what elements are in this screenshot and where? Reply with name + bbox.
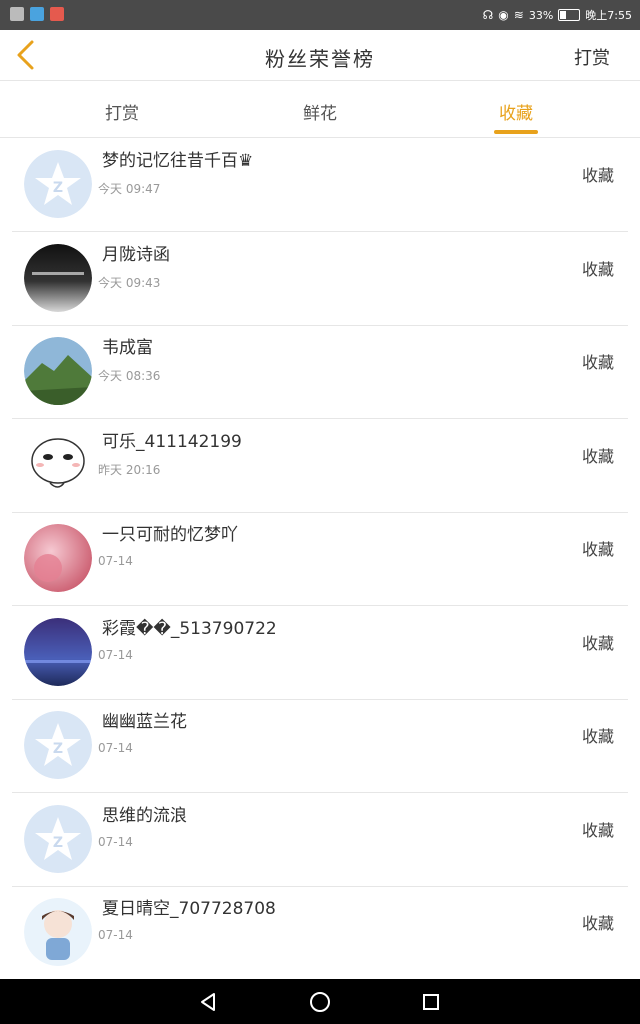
system-nav-bar xyxy=(0,979,640,1024)
battery-percent: 33% xyxy=(528,8,554,22)
list-item[interactable]: 一只可耐的忆梦吖 07-14 收藏 xyxy=(12,512,628,606)
svg-text:Z: Z xyxy=(53,741,63,757)
user-name: 可乐_411142199 xyxy=(102,431,242,452)
item-time: 今天 09:43 xyxy=(98,275,161,290)
svg-text:Z: Z xyxy=(53,180,63,196)
item-time: 07-14 xyxy=(98,928,133,942)
tab-reward[interactable]: 打赏 xyxy=(102,99,142,124)
tab-bar: 打赏 鲜花 收藏 xyxy=(0,81,640,138)
item-time: 今天 09:47 xyxy=(98,182,161,196)
eye-icon: ◉ xyxy=(498,8,509,22)
avatar[interactable] xyxy=(24,430,92,499)
list-item[interactable]: 夏日晴空_707728708 07-14 收藏 xyxy=(12,886,628,980)
list-item[interactable]: Z 梦的记忆往昔千百♛ 今天 09:47 收藏 xyxy=(12,138,628,232)
status-bar: ☊ ◉ ≋ 33% 晚上7:55 xyxy=(0,0,640,30)
tab-flowers[interactable]: 鲜花 xyxy=(300,99,340,124)
notification-store-icon xyxy=(10,7,24,21)
triangle-back-icon xyxy=(201,992,215,1011)
notification-app-icon xyxy=(50,7,64,21)
tab-favorites[interactable]: 收藏 xyxy=(496,99,536,124)
user-name: 夏日晴空_707728708 xyxy=(102,899,276,919)
battery-icon xyxy=(558,9,581,21)
user-name: 幽幽蓝兰花 xyxy=(102,712,187,732)
favorite-action-label: 收藏 xyxy=(581,446,614,466)
reward-button[interactable]: 打赏 xyxy=(574,44,610,70)
user-name: 一只可耐的忆梦吖 xyxy=(102,525,238,545)
wifi-icon: ≋ xyxy=(513,8,524,22)
status-time: 晚上7:55 xyxy=(585,9,632,22)
nav-recents-button[interactable] xyxy=(401,979,461,1024)
list-item[interactable]: 可乐_411142199 昨天 20:16 收藏 xyxy=(12,419,628,513)
list-item[interactable]: 彩霞��_513790722 07-14 收藏 xyxy=(12,606,628,700)
square-recents-icon xyxy=(423,993,439,1010)
list-item[interactable]: Z 幽幽蓝兰花 07-14 收藏 xyxy=(12,699,628,793)
avatar[interactable] xyxy=(24,337,92,405)
item-time: 07-14 xyxy=(98,834,133,849)
item-time: 07-14 xyxy=(98,741,133,755)
avatar[interactable]: Z xyxy=(24,150,92,218)
user-name: 韦成富 xyxy=(102,338,153,358)
headphone-icon: ☊ xyxy=(482,8,494,22)
avatar[interactable] xyxy=(24,617,92,686)
notification-shield-icon xyxy=(30,7,44,21)
favorite-action-label: 收藏 xyxy=(581,633,614,653)
favorite-action-label: 收藏 xyxy=(581,914,614,933)
header-bar: 粉丝荣誉榜 打赏 xyxy=(0,30,640,81)
nav-back-button[interactable] xyxy=(178,979,238,1024)
favorite-action-label: 收藏 xyxy=(581,727,614,746)
item-time: 今天 08:36 xyxy=(98,369,161,383)
avatar[interactable] xyxy=(24,898,92,966)
favorite-action-label: 收藏 xyxy=(581,353,614,372)
nav-home-button[interactable] xyxy=(290,979,350,1024)
list-item[interactable]: Z 思维的流浪 07-14 收藏 xyxy=(12,793,628,887)
circle-home-icon xyxy=(310,991,330,1012)
favorite-action-label: 收藏 xyxy=(581,540,614,559)
favorite-action-label: 收藏 xyxy=(581,166,614,185)
avatar[interactable] xyxy=(24,243,92,312)
user-name: 梦的记忆往昔千百♛ xyxy=(102,151,254,171)
favorite-action-label: 收藏 xyxy=(581,820,614,840)
item-time: 07-14 xyxy=(98,647,133,662)
avatar[interactable]: Z xyxy=(24,711,92,779)
item-time: 07-14 xyxy=(98,554,133,568)
active-tab-indicator xyxy=(494,130,538,134)
item-time: 昨天 20:16 xyxy=(98,462,161,477)
list-item[interactable]: 月陇诗函今天 09:43 收藏 xyxy=(12,232,628,326)
user-name: 彩霞��_513790722 xyxy=(102,618,277,639)
svg-text:Z: Z xyxy=(53,835,63,851)
favorite-action-label: 收藏 xyxy=(581,259,614,279)
list-item[interactable]: 韦成富今天 08:36 收藏 xyxy=(12,325,628,419)
avatar[interactable] xyxy=(24,524,92,592)
avatar[interactable]: Z xyxy=(24,804,92,873)
user-name: 月陇诗函 xyxy=(102,244,170,265)
user-name: 思维的流浪 xyxy=(102,805,187,826)
page-title: 粉丝荣誉榜 xyxy=(265,47,375,71)
